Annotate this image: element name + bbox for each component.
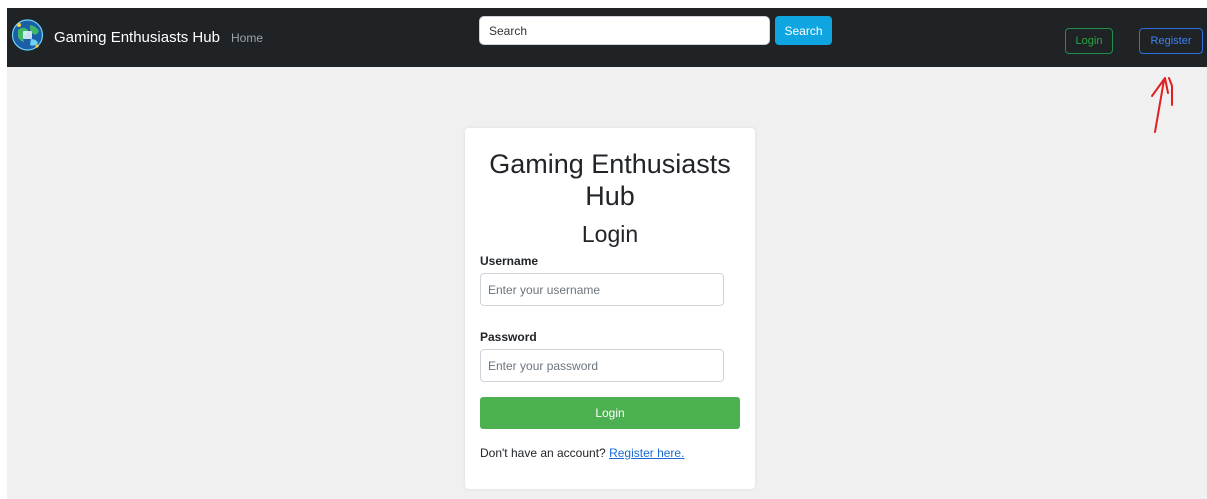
register-prompt-text: Don't have an account? (480, 446, 606, 460)
login-card: Gaming Enthusiasts Hub Login Username Pa… (465, 128, 755, 489)
login-submit-button[interactable]: Login (480, 397, 740, 429)
register-link[interactable]: Register here. (609, 446, 684, 460)
search-button[interactable]: Search (775, 16, 832, 45)
register-prompt: Don't have an account? Register here. (480, 446, 684, 461)
search-input[interactable] (479, 16, 770, 45)
page: Gaming Enthusiasts Hub Home Search Login… (7, 8, 1207, 499)
username-label: Username (480, 254, 539, 268)
card-subtitle: Login (581, 221, 639, 247)
globe-logo-icon[interactable] (11, 17, 44, 53)
username-field[interactable] (480, 273, 724, 306)
card-title: Gaming Enthusiasts Hub (489, 149, 731, 211)
nav-register-button[interactable]: Register (1139, 28, 1203, 54)
brand-title[interactable]: Gaming Enthusiasts Hub (54, 28, 220, 47)
password-field[interactable] (480, 349, 724, 382)
navbar: Gaming Enthusiasts Hub Home Search Login… (7, 8, 1207, 67)
red-arrow-annotation-icon (1151, 77, 1173, 133)
password-label: Password (480, 330, 537, 344)
nav-home-link[interactable]: Home (231, 31, 263, 46)
nav-login-button[interactable]: Login (1065, 28, 1113, 54)
